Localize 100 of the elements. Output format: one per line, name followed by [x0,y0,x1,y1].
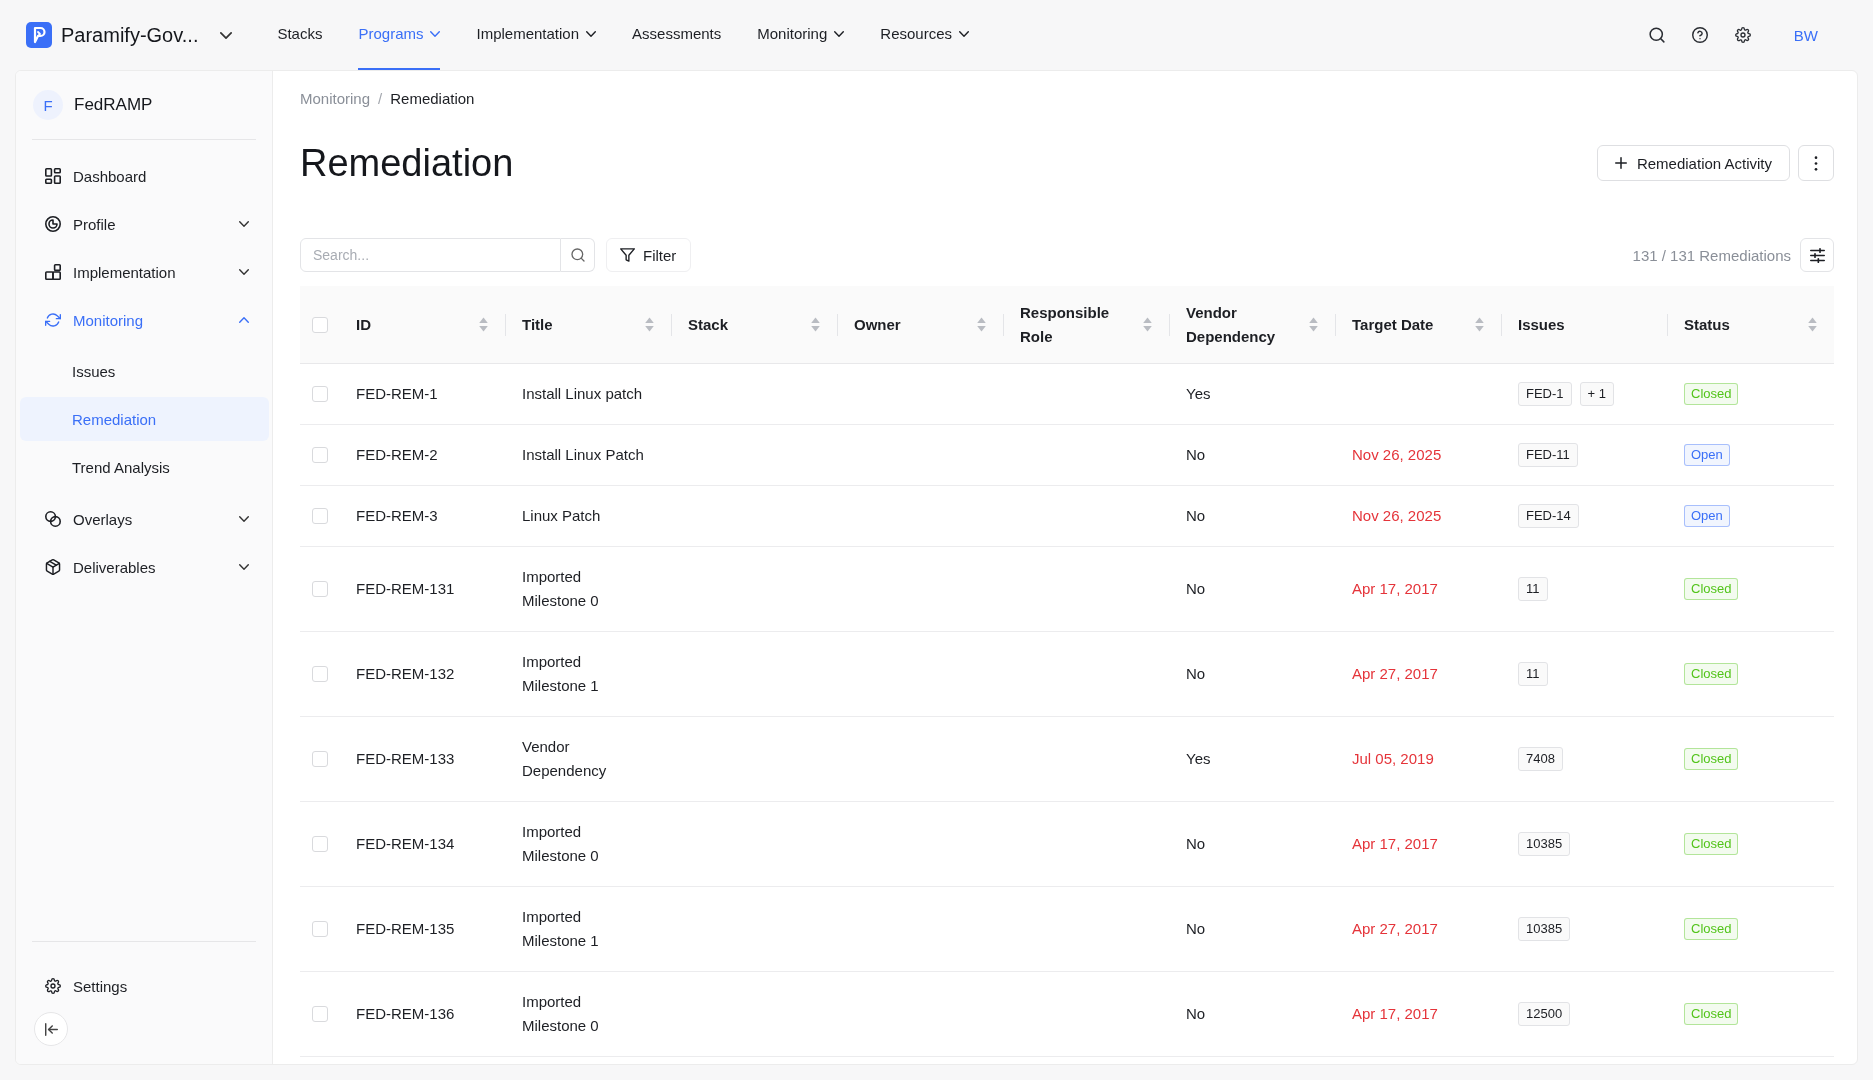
issue-tag[interactable]: 12500 [1518,1002,1571,1026]
table-cell-text: FED-REM-1 [355,384,439,404]
circles-icon [45,511,61,527]
sidebar-item[interactable]: Overlays [20,495,269,543]
status-tag: Closed [1684,383,1739,405]
breadcrumb-separator: / [378,89,383,109]
column-header: Stack [688,314,729,335]
filter-button[interactable]: Filter [606,238,692,272]
sidebar-subitem[interactable]: Remediation [20,397,269,441]
table-cell-text: Nov 26, 2025 [1351,445,1443,465]
row-checkbox[interactable] [311,386,328,402]
search-icon [570,248,585,262]
collapse-icon [44,1022,58,1036]
status-tag: Closed [1684,578,1739,600]
status-tag: Closed [1684,918,1739,940]
table-cell-text: FED-REM-133 [355,749,456,769]
row-checkbox[interactable] [311,921,328,937]
row-checkbox[interactable] [311,447,328,463]
row-checkbox[interactable] [311,508,328,524]
app-switcher[interactable]: Paramify-Gov... [61,23,233,47]
table-cell-text: Yes [1185,749,1212,769]
table-cell-text: Apr 17, 2017 [1351,579,1439,599]
row-checkbox[interactable] [311,1006,328,1022]
nav-tab[interactable]: Stacks [277,14,323,70]
table-cell-text: FED-REM-2 [355,445,439,465]
sidebar-item[interactable]: Dashboard [20,152,269,200]
issue-tag[interactable]: 11 [1518,662,1548,686]
issue-tag[interactable]: FED-1 [1518,382,1572,406]
sort-icon[interactable] [1143,317,1152,332]
select-all-checkbox[interactable] [311,316,328,333]
sidebar-subitem[interactable]: Issues [20,347,269,395]
issue-tag[interactable]: 10385 [1518,832,1571,856]
settings-item[interactable]: Settings [20,962,269,1010]
table-cell-text: FED-REM-132 [355,664,456,684]
search-icon[interactable] [1648,27,1665,43]
issue-tag[interactable]: 11 [1518,577,1548,601]
nav-tab[interactable]: Assessments [632,14,722,70]
table-cell-text: FED-REM-136 [355,1004,456,1024]
more-icon [1814,155,1818,171]
more-button[interactable] [1798,145,1834,181]
status-tag: Open [1684,505,1730,527]
row-checkbox[interactable] [311,751,328,767]
sort-icon[interactable] [977,317,986,332]
settings-icon[interactable] [1734,27,1751,43]
table-cell-text: Apr 17, 2017 [1351,834,1439,854]
column-header: Owner [854,314,901,335]
table-cell-text: Apr 17, 2017 [1351,1004,1439,1024]
user-initials[interactable]: BW [1793,26,1818,44]
refresh-icon [45,312,61,328]
sort-icon[interactable] [1808,317,1817,332]
nav-tab[interactable]: Resources [880,14,969,70]
collapse-sidebar-button[interactable] [34,1012,68,1046]
logo-icon [26,22,52,48]
nav-tab[interactable]: Monitoring [757,14,845,70]
table-cell-text: Install Linux Patch [521,445,645,465]
sort-icon[interactable] [811,317,820,332]
more-issues-tag[interactable]: + 1 [1579,382,1614,406]
column-header: Vendor Dependency [1186,302,1277,347]
table-cell-text: Imported Milestone 0 [521,992,600,1036]
table-cell-text: Imported Milestone 1 [521,907,600,951]
add-remediation-button[interactable]: Remediation Activity [1596,145,1790,181]
table-cell-text: Nov 26, 2025 [1351,506,1443,526]
settings-icon [45,978,61,994]
table-cell-text: No [1185,664,1207,684]
column-settings-button[interactable] [1800,238,1834,272]
row-checkbox[interactable] [311,666,328,682]
search-field[interactable]: Search... [300,238,561,272]
sidebar-subitem[interactable]: Trend Analysis [20,443,269,491]
status-tag: Closed [1684,663,1739,685]
table-cell-text: No [1185,579,1207,599]
sidebar-item[interactable]: Monitoring [20,296,269,344]
issue-tag[interactable]: 10385 [1518,917,1571,941]
table-cell-text: Yes [1185,384,1212,404]
sort-icon[interactable] [1475,317,1484,332]
breadcrumb-current: Remediation [390,89,475,109]
sidebar-item[interactable]: Deliverables [20,543,269,591]
sidebar-item[interactable]: Profile [20,200,269,248]
table-cell-text: Imported Milestone 0 [521,567,600,611]
issue-tag[interactable]: 7408 [1518,747,1563,771]
package-icon [45,559,61,575]
sort-icon[interactable] [479,317,488,332]
table-cell-text: FED-REM-135 [355,919,456,939]
search-button[interactable] [561,238,595,272]
table-cell-text: No [1185,445,1207,465]
sidebar-item[interactable]: Implementation [20,248,269,296]
table-cell-text: No [1185,506,1207,526]
issue-tag[interactable]: FED-11 [1518,443,1578,467]
table-cell-text: FED-REM-134 [355,834,456,854]
sort-icon[interactable] [1309,317,1318,332]
table-cell-text: FED-REM-3 [355,506,439,526]
sort-icon[interactable] [645,317,654,332]
nav-tab[interactable]: Implementation [476,14,597,70]
column-header: Target Date [1352,314,1434,335]
issue-tag[interactable]: FED-14 [1518,504,1579,528]
row-checkbox[interactable] [311,581,328,597]
help-icon[interactable] [1691,27,1708,43]
blocks-icon [45,264,61,280]
status-tag: Closed [1684,748,1739,770]
table-cell-text: No [1185,1004,1207,1024]
row-checkbox[interactable] [311,836,328,852]
